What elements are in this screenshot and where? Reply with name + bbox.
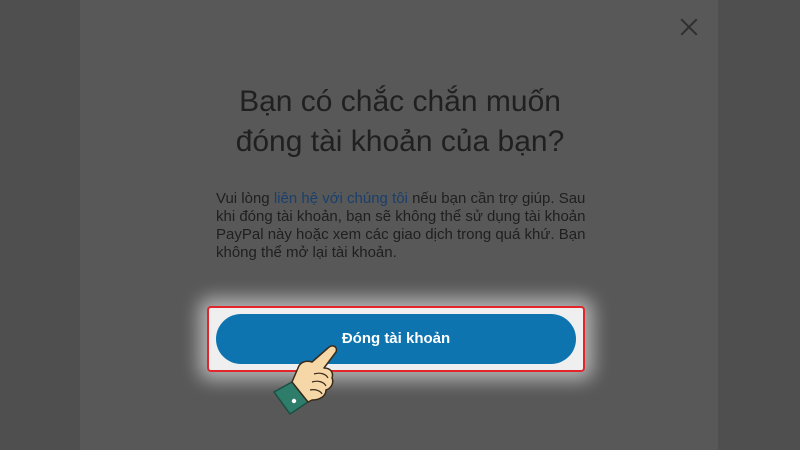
message-prefix: Vui lòng — [216, 190, 274, 207]
heading-line-2: đóng tài khoản của bạn? — [235, 125, 565, 158]
close-icon[interactable] — [678, 16, 700, 38]
pointing-hand-icon — [272, 345, 338, 416]
contact-us-link[interactable]: liên hệ với chúng tôi — [274, 190, 408, 207]
heading-line-1: Bạn có chắc chắn muốn — [239, 85, 561, 118]
screen: Bạn có chắc chắn muốn đóng tài khoản của… — [0, 0, 800, 450]
dialog-message: Vui lòng liên hệ với chúng tôi nếu bạn c… — [216, 190, 586, 262]
dialog-heading: Bạn có chắc chắn muốn đóng tài khoản của… — [190, 82, 610, 162]
